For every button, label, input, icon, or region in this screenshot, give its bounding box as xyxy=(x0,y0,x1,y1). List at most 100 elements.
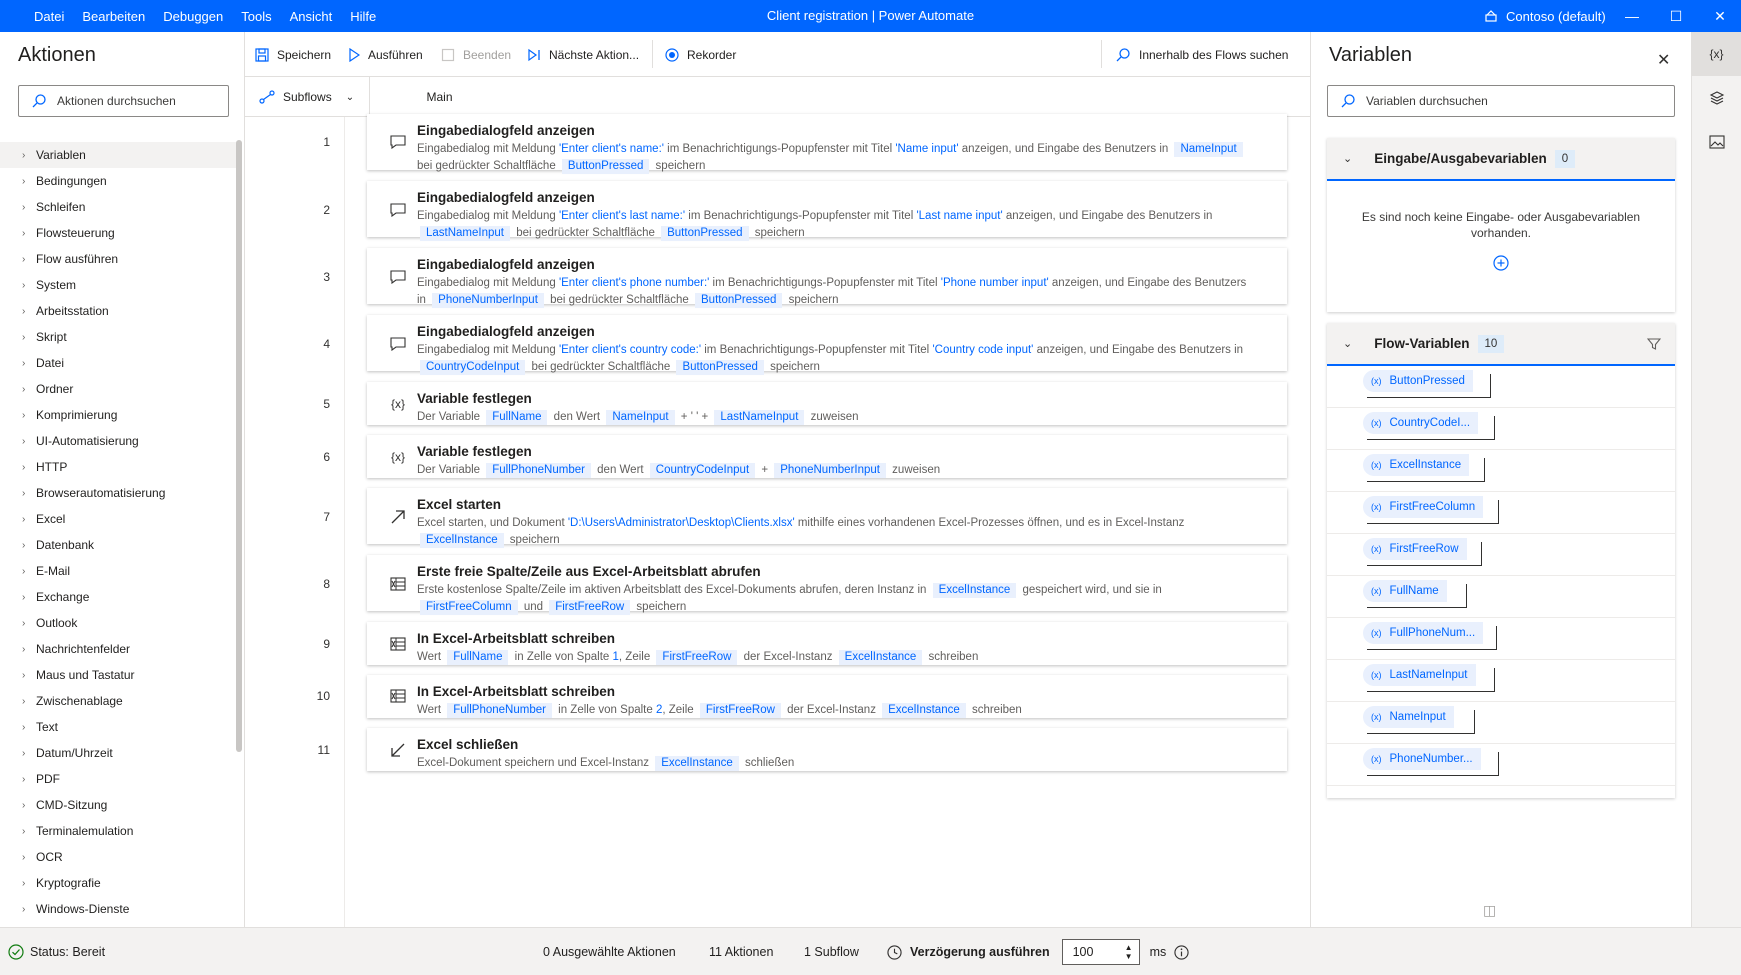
info-icon[interactable] xyxy=(1174,944,1189,960)
variable-chip[interactable]: (x) ButtonPressed xyxy=(1363,370,1491,398)
action-category[interactable]: › Zwischenablage xyxy=(0,688,236,714)
flow-variable-row[interactable]: (x) FirstFreeRow xyxy=(1327,534,1675,576)
variable-chip[interactable]: (x) FullName xyxy=(1363,580,1467,608)
variable-chip[interactable]: (x) LastNameInput xyxy=(1363,664,1495,692)
action-step[interactable]: Eingabedialogfeld anzeigen Eingabedialog … xyxy=(367,114,1287,174)
action-category[interactable]: › Maus und Tastatur xyxy=(0,662,236,688)
menu-item-1[interactable]: Bearbeiten xyxy=(82,9,145,24)
variables-search-input[interactable]: Variablen durchsuchen xyxy=(1327,85,1675,117)
action-category[interactable]: › System xyxy=(0,272,236,298)
action-category[interactable]: › Browserautomatisierung xyxy=(0,480,236,506)
chevron-up-icon[interactable]: ▲ xyxy=(1125,943,1133,952)
flow-variable-row[interactable]: (x) FullPhoneNum... xyxy=(1327,618,1675,660)
action-category[interactable]: › Exchange xyxy=(0,584,236,610)
variable-chip[interactable]: (x) CountryCodeI... xyxy=(1363,412,1495,440)
variable-chip[interactable]: (x) FirstFreeRow xyxy=(1363,538,1482,566)
run-delay-input[interactable]: 100 ▲ ▼ xyxy=(1061,939,1140,965)
flow-variables-header[interactable]: ⌄ Flow-Variablen 10 xyxy=(1327,323,1675,366)
chevron-right-icon: › xyxy=(22,903,26,915)
action-category[interactable]: › OCR xyxy=(0,844,236,870)
action-category[interactable]: › CMD-Sitzung xyxy=(0,792,236,818)
menu-item-0[interactable]: Datei xyxy=(34,9,64,24)
action-category[interactable]: › Variablen xyxy=(0,142,236,168)
action-category[interactable]: › Excel xyxy=(0,506,236,532)
close-window-button[interactable]: ✕ xyxy=(1698,0,1741,32)
variable-token: ButtonPressed xyxy=(695,292,783,308)
minimize-button[interactable]: — xyxy=(1610,0,1654,32)
action-category[interactable]: › Datenbank xyxy=(0,532,236,558)
variable-chip[interactable]: (x) FullPhoneNum... xyxy=(1363,622,1497,650)
flow-variable-row[interactable]: (x) NameInput xyxy=(1327,702,1675,744)
action-category[interactable]: › Ordner xyxy=(0,376,236,402)
flow-variable-row[interactable]: (x) FullName xyxy=(1327,576,1675,618)
action-category[interactable]: › Datei xyxy=(0,350,236,376)
menu-item-3[interactable]: Tools xyxy=(241,9,271,24)
action-category[interactable]: › Windows-Dienste xyxy=(0,896,236,922)
action-category[interactable]: › Bedingungen xyxy=(0,168,236,194)
add-variable-button[interactable] xyxy=(1327,255,1675,274)
next-action-button[interactable]: Nächste Aktion... xyxy=(527,32,639,77)
actions-scrollbar[interactable] xyxy=(236,140,242,752)
subflows-dropdown[interactable]: Subflows ⌄ xyxy=(245,77,370,117)
action-category[interactable]: › Datum/Uhrzeit xyxy=(0,740,236,766)
action-step[interactable]: In Excel-Arbeitsblatt schreiben Wert Full… xyxy=(367,675,1287,718)
delay-spinner[interactable]: ▲ ▼ xyxy=(1121,943,1137,961)
flow-variable-row[interactable]: (x) PhoneNumber... xyxy=(1327,744,1675,786)
close-icon[interactable]: ✕ xyxy=(1657,50,1670,70)
action-step[interactable]: Eingabedialogfeld anzeigen Eingabedialog … xyxy=(367,248,1287,308)
stop-button[interactable]: Beenden xyxy=(441,32,511,77)
variable-name: CountryCodeI... xyxy=(1389,417,1471,429)
flow-variable-row[interactable]: (x) ButtonPressed xyxy=(1327,366,1675,408)
menu-item-4[interactable]: Ansicht xyxy=(290,9,333,24)
action-category[interactable]: › Arbeitsstation xyxy=(0,298,236,324)
flow-variable-row[interactable]: (x) ExcelInstance xyxy=(1327,450,1675,492)
action-category[interactable]: › PDF xyxy=(0,766,236,792)
environment-picker[interactable]: Contoso (default) xyxy=(1484,0,1606,32)
action-category[interactable]: › Flowsteuerung xyxy=(0,220,236,246)
variable-chip[interactable]: (x) NameInput xyxy=(1363,706,1475,734)
action-category[interactable]: › Kryptografie xyxy=(0,870,236,896)
action-step[interactable]: Excel schließen Excel-Dokument speichern … xyxy=(367,728,1287,771)
save-button[interactable]: Speichern xyxy=(255,32,331,77)
menu-item-2[interactable]: Debuggen xyxy=(163,9,223,24)
action-step[interactable]: Eingabedialogfeld anzeigen Eingabedialog … xyxy=(367,181,1287,241)
actions-search-input[interactable]: Aktionen durchsuchen xyxy=(18,85,229,117)
variables-rail-button[interactable]: {x} xyxy=(1692,32,1741,76)
action-step[interactable]: Excel starten Excel starten, und Dokument… xyxy=(367,488,1287,548)
action-step[interactable]: Erste freie Spalte/Zeile aus Excel-Arbei… xyxy=(367,555,1287,615)
flow-variable-row[interactable]: (x) LastNameInput xyxy=(1327,660,1675,702)
recorder-button[interactable]: Rekorder xyxy=(665,32,736,77)
action-step[interactable]: {x} Variable festlegen Der Variable FullNa… xyxy=(367,382,1287,425)
action-step[interactable]: Eingabedialogfeld anzeigen Eingabedialog … xyxy=(367,315,1287,375)
io-variables-header[interactable]: ⌄ Eingabe/Ausgabevariablen 0 xyxy=(1327,138,1675,181)
action-category[interactable]: › Terminalemulation xyxy=(0,818,236,844)
run-button[interactable]: Ausführen xyxy=(348,32,423,77)
variable-chip[interactable]: (x) FirstFreeColumn xyxy=(1363,496,1499,524)
eraser-icon[interactable]: ◫ xyxy=(1483,902,1496,919)
action-category[interactable]: › Nachrichtenfelder xyxy=(0,636,236,662)
variable-chip[interactable]: (x) ExcelInstance xyxy=(1363,454,1485,482)
action-category[interactable]: › HTTP xyxy=(0,454,236,480)
action-category[interactable]: › Schleifen xyxy=(0,194,236,220)
action-category[interactable]: › UI-Automatisierung xyxy=(0,428,236,454)
tab-main[interactable]: Main xyxy=(371,77,508,117)
images-rail-button[interactable] xyxy=(1692,120,1741,164)
menu-item-5[interactable]: Hilfe xyxy=(350,9,376,24)
action-category[interactable]: › Flow ausführen xyxy=(0,246,236,272)
action-category[interactable]: › E-Mail xyxy=(0,558,236,584)
ui-elements-rail-button[interactable] xyxy=(1692,76,1741,120)
action-category[interactable]: › Komprimierung xyxy=(0,402,236,428)
flow-search-input[interactable]: Innerhalb des Flows suchen xyxy=(1115,32,1288,77)
chevron-down-icon[interactable]: ▼ xyxy=(1125,952,1133,961)
flow-variable-row[interactable]: (x) CountryCodeI... xyxy=(1327,408,1675,450)
action-category[interactable]: › Text xyxy=(0,714,236,740)
maximize-button[interactable]: ☐ xyxy=(1654,0,1698,32)
filter-icon[interactable] xyxy=(1647,337,1661,351)
variable-type-icon: (x) xyxy=(1371,502,1382,512)
action-category[interactable]: › Skript xyxy=(0,324,236,350)
action-category[interactable]: › Outlook xyxy=(0,610,236,636)
variable-chip[interactable]: (x) PhoneNumber... xyxy=(1363,748,1499,776)
action-step[interactable]: In Excel-Arbeitsblatt schreiben Wert Full… xyxy=(367,622,1287,665)
flow-variable-row[interactable]: (x) FirstFreeColumn xyxy=(1327,492,1675,534)
action-step[interactable]: {x} Variable festlegen Der Variable FullPh… xyxy=(367,435,1287,478)
